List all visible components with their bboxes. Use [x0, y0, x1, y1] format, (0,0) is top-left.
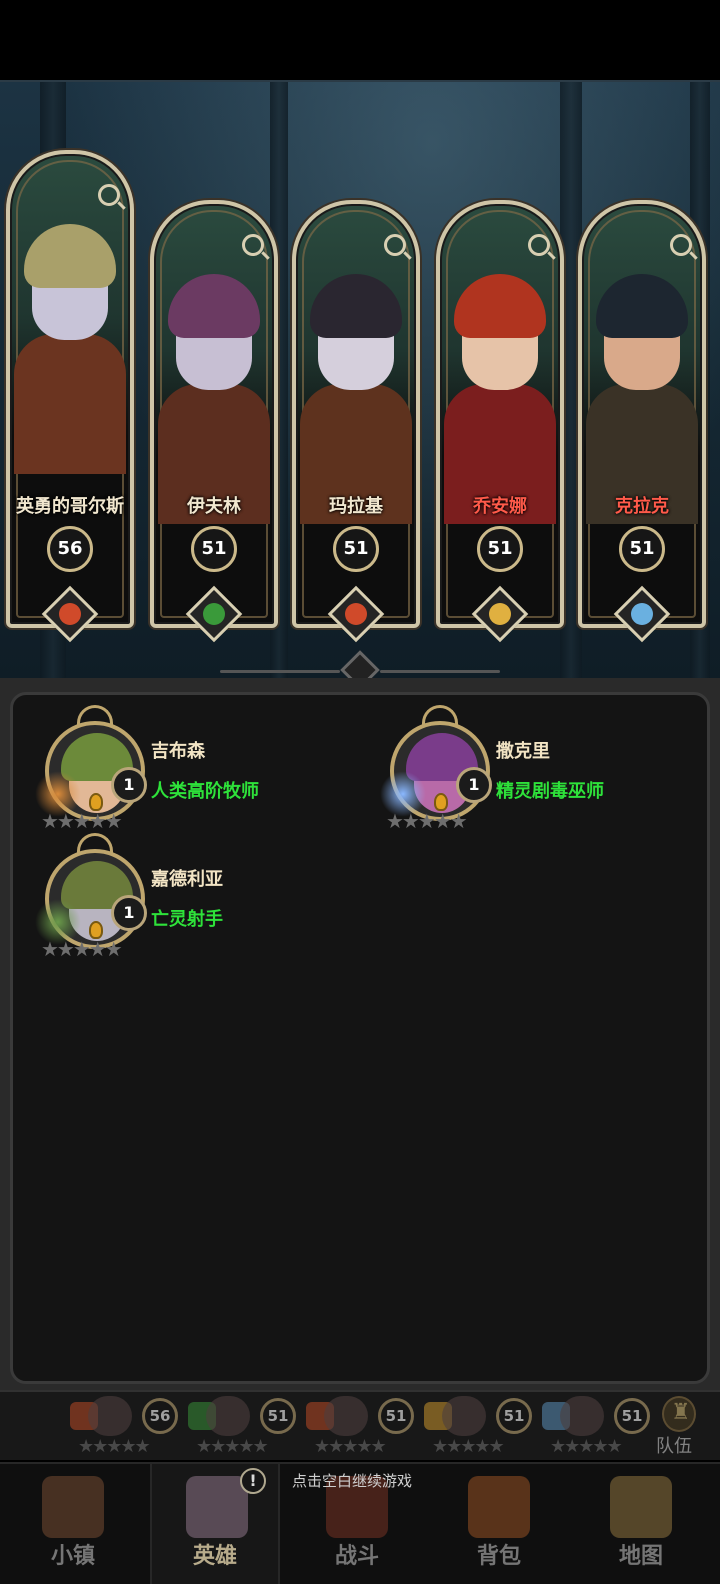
slot-stars: ★★★★★: [314, 1436, 387, 1457]
nav-bag-label: 背包: [476, 1544, 521, 1569]
scroll-map-icon: [610, 1476, 672, 1538]
hero-name: 玛拉基: [329, 496, 383, 517]
lineup-hero-card[interactable]: 乔安娜 51: [436, 200, 564, 643]
mini-portrait: [442, 1396, 486, 1436]
magnifier-icon[interactable]: [384, 234, 406, 256]
nav-heroes[interactable]: ! 英雄: [150, 1464, 280, 1584]
slot-level: 51: [496, 1398, 532, 1434]
team-slot[interactable]: 56 ★★★★★: [60, 1392, 178, 1460]
hero-level: 51: [191, 526, 237, 572]
town-house-icon: [42, 1476, 104, 1538]
nav-town[interactable]: 小镇: [8, 1464, 138, 1584]
magnifier-icon[interactable]: [670, 234, 692, 256]
slot-level: 51: [614, 1398, 650, 1434]
team-button[interactable]: 队伍: [648, 1394, 708, 1458]
mini-portrait: [560, 1396, 604, 1436]
hero-level: 56: [47, 526, 93, 572]
roster-hero-entry[interactable]: 1 ★★★★★ 吉布森人类高阶牧师: [13, 705, 343, 833]
team-bar: 56★★★★★51★★★★★51★★★★★51★★★★★51★★★★★ 队伍: [0, 1390, 720, 1460]
hero-roster-panel[interactable]: 1 ★★★★★ 吉布森 人类高阶牧师 1 ★★★★★ 撒克里 精灵剧毒巫师 1 ★★★★★ 嘉德利亚…: [10, 692, 710, 1384]
star-rating: ★★★★★: [386, 809, 468, 833]
nav-map-label: 地图: [618, 1544, 663, 1569]
hero-portrait: [444, 244, 556, 524]
hero-name: 撒克里: [496, 741, 550, 762]
hero-level: 51: [619, 526, 665, 572]
chess-rook-icon: [662, 1396, 696, 1432]
hero-class: 人类高阶牧师: [151, 781, 259, 802]
hero-level: 51: [477, 526, 523, 572]
hero-name: 伊夫林: [187, 496, 241, 517]
hero-name: 吉布森: [151, 741, 205, 762]
magnifier-icon[interactable]: [242, 234, 264, 256]
hero-portrait: [586, 244, 698, 524]
lineup-hero-card[interactable]: 克拉克 51: [578, 200, 706, 643]
status-bar-area: [0, 0, 720, 80]
slot-level: 51: [378, 1398, 414, 1434]
nav-bag[interactable]: 背包: [434, 1464, 564, 1584]
hero-hair: [168, 274, 260, 338]
hero-name: 英勇的哥尔斯: [16, 496, 124, 517]
team-slot[interactable]: 51 ★★★★★: [532, 1392, 650, 1460]
mini-portrait: [324, 1396, 368, 1436]
hero-level: 1: [111, 895, 147, 931]
magnifier-icon[interactable]: [528, 234, 550, 256]
alert-badge: !: [240, 1468, 266, 1494]
star-rating: ★★★★★: [41, 809, 123, 833]
hero-armor: [14, 334, 126, 474]
slot-level: 51: [260, 1398, 296, 1434]
hero-level: 51: [333, 526, 379, 572]
star-rating: ★★★★★: [41, 937, 123, 961]
roster-hero-entry[interactable]: 1 ★★★★★ 撒克里精灵剧毒巫师: [358, 705, 688, 833]
continue-hint: 点击空白继续游戏: [292, 1472, 413, 1490]
lineup-hero-card[interactable]: 玛拉基 51: [292, 200, 420, 643]
hero-name: 嘉德利亚: [151, 869, 223, 890]
nav-battle-label: 战斗: [334, 1544, 379, 1569]
slot-level: 56: [142, 1398, 178, 1434]
hero-name: 乔安娜: [473, 496, 527, 517]
hero-hair: [310, 274, 402, 338]
slot-stars: ★★★★★: [432, 1436, 505, 1457]
team-slot[interactable]: 51 ★★★★★: [178, 1392, 296, 1460]
team-slot[interactable]: 51 ★★★★★: [414, 1392, 532, 1460]
hero-name: 克拉克: [615, 496, 669, 517]
magnifier-icon[interactable]: [98, 184, 120, 206]
hero-hair: [596, 274, 688, 338]
mini-portrait: [206, 1396, 250, 1436]
lineup-hero-card[interactable]: 英勇的哥尔斯 56: [6, 150, 134, 643]
nav-town-label: 小镇: [50, 1544, 95, 1569]
team-label: 队伍: [656, 1436, 692, 1457]
backpack-icon: [468, 1476, 530, 1538]
hero-hair: [454, 274, 546, 338]
hero-class: 亡灵射手: [151, 909, 223, 930]
hero-level: 1: [111, 767, 147, 803]
nav-map[interactable]: 地图: [576, 1464, 706, 1584]
mini-portrait: [88, 1396, 132, 1436]
hero-level: 1: [456, 767, 492, 803]
hero-portrait: [14, 194, 126, 474]
hero-hair: [24, 224, 116, 288]
slot-stars: ★★★★★: [550, 1436, 623, 1457]
hero-class: 精灵剧毒巫师: [496, 781, 604, 802]
team-slot[interactable]: 51 ★★★★★: [296, 1392, 414, 1460]
lineup-hero-card[interactable]: 伊夫林 51: [150, 200, 278, 643]
slot-stars: ★★★★★: [196, 1436, 269, 1457]
slot-stars: ★★★★★: [78, 1436, 151, 1457]
hero-portrait: [300, 244, 412, 524]
roster-hero-entry[interactable]: 1 ★★★★★ 嘉德利亚亡灵射手: [13, 833, 343, 961]
hero-portrait-icon: [186, 1476, 248, 1538]
nav-heroes-label: 英雄: [192, 1544, 237, 1569]
hero-portrait: [158, 244, 270, 524]
